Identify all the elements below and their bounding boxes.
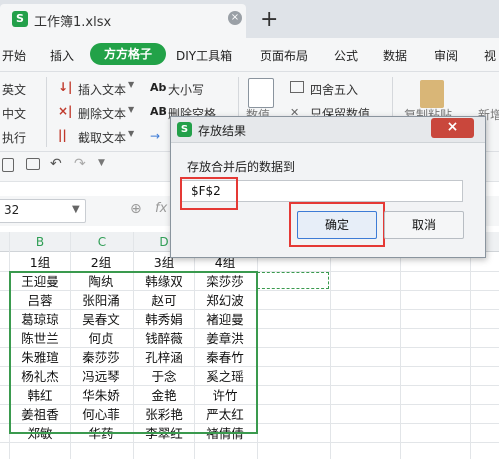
selection-range <box>9 271 258 434</box>
chevron-down-icon[interactable]: ▼ <box>98 158 105 168</box>
print-icon[interactable] <box>26 158 40 170</box>
ribbon-separator <box>46 77 47 147</box>
function-label[interactable]: fx <box>155 201 167 216</box>
insert-text-icon: ↓| <box>58 80 73 94</box>
insert-text-button[interactable]: 插入文本 <box>78 81 126 98</box>
menu-review[interactable]: 审阅 <box>434 47 458 64</box>
menu-formulas[interactable]: 公式 <box>334 47 358 64</box>
delete-text-icon: ×| <box>58 104 73 118</box>
ok-highlight-box <box>289 202 385 247</box>
menu-bar <box>0 38 499 72</box>
dialog-label: 存放合并后的数据到 <box>187 160 296 174</box>
close-tab-icon[interactable]: × <box>228 11 242 25</box>
document-title: 工作簿1.xlsx <box>34 15 112 30</box>
app-icon: S <box>177 122 192 137</box>
ribbon-english[interactable]: 英文 <box>2 81 26 98</box>
grid-line <box>330 232 331 459</box>
dialog-title: 存放结果 <box>198 124 247 138</box>
chevron-down-icon[interactable]: ▼ <box>128 80 134 89</box>
menu-diy-toolbox[interactable]: DIY工具箱 <box>176 47 232 64</box>
cancel-button[interactable]: 取消 <box>384 211 464 239</box>
arrow-right-icon: → <box>150 129 161 143</box>
spreadsheet-icon: S <box>12 11 28 27</box>
menu-insert[interactable]: 插入 <box>50 47 74 64</box>
undo-icon[interactable]: ↶ <box>50 156 62 172</box>
chevron-down-icon[interactable]: ▼ <box>128 129 134 138</box>
ribbon-execute[interactable]: 执行 <box>2 129 26 146</box>
save-icon[interactable] <box>2 158 14 172</box>
menu-data[interactable]: 数据 <box>383 47 407 64</box>
menu-home[interactable]: 开始 <box>2 47 26 64</box>
case-icon: Ab <box>150 81 167 94</box>
ribbon-chinese[interactable]: 中文 <box>2 105 26 122</box>
grid-line <box>470 232 471 459</box>
cell-header[interactable]: 2组 <box>71 253 131 272</box>
case-button[interactable]: 大小写 <box>168 81 204 98</box>
menu-view[interactable]: 视 <box>484 47 496 64</box>
delete-space-icon: AB <box>150 105 167 118</box>
value-icon <box>248 78 274 108</box>
redo-icon[interactable]: ↷ <box>74 156 86 172</box>
grid-line <box>400 232 401 459</box>
zoom-icon[interactable]: ⊕ <box>130 201 142 217</box>
chevron-down-icon[interactable]: ▼ <box>128 105 134 114</box>
new-tab-icon[interactable]: + <box>260 7 278 32</box>
name-box-value: 32 <box>4 203 20 217</box>
input-highlight-box <box>180 177 238 210</box>
round-icon <box>290 81 304 93</box>
column-header-c[interactable]: C <box>71 232 133 252</box>
column-header-b[interactable]: B <box>10 232 70 252</box>
menu-page-layout[interactable]: 页面布局 <box>260 47 308 64</box>
close-icon[interactable]: × <box>431 118 474 138</box>
menu-fangfang[interactable]: 方方格子 <box>90 43 166 65</box>
delete-text-button[interactable]: 删除文本 <box>78 105 126 122</box>
chevron-down-icon[interactable]: ▼ <box>72 204 80 215</box>
round-button[interactable]: 四舍五入 <box>310 81 358 98</box>
clipboard-icon <box>420 80 444 108</box>
target-cell-marquee <box>257 272 329 289</box>
extract-text-button[interactable]: 截取文本 <box>78 129 126 146</box>
cell-header[interactable]: 1组 <box>10 253 70 272</box>
extract-text-icon: || <box>58 128 67 142</box>
